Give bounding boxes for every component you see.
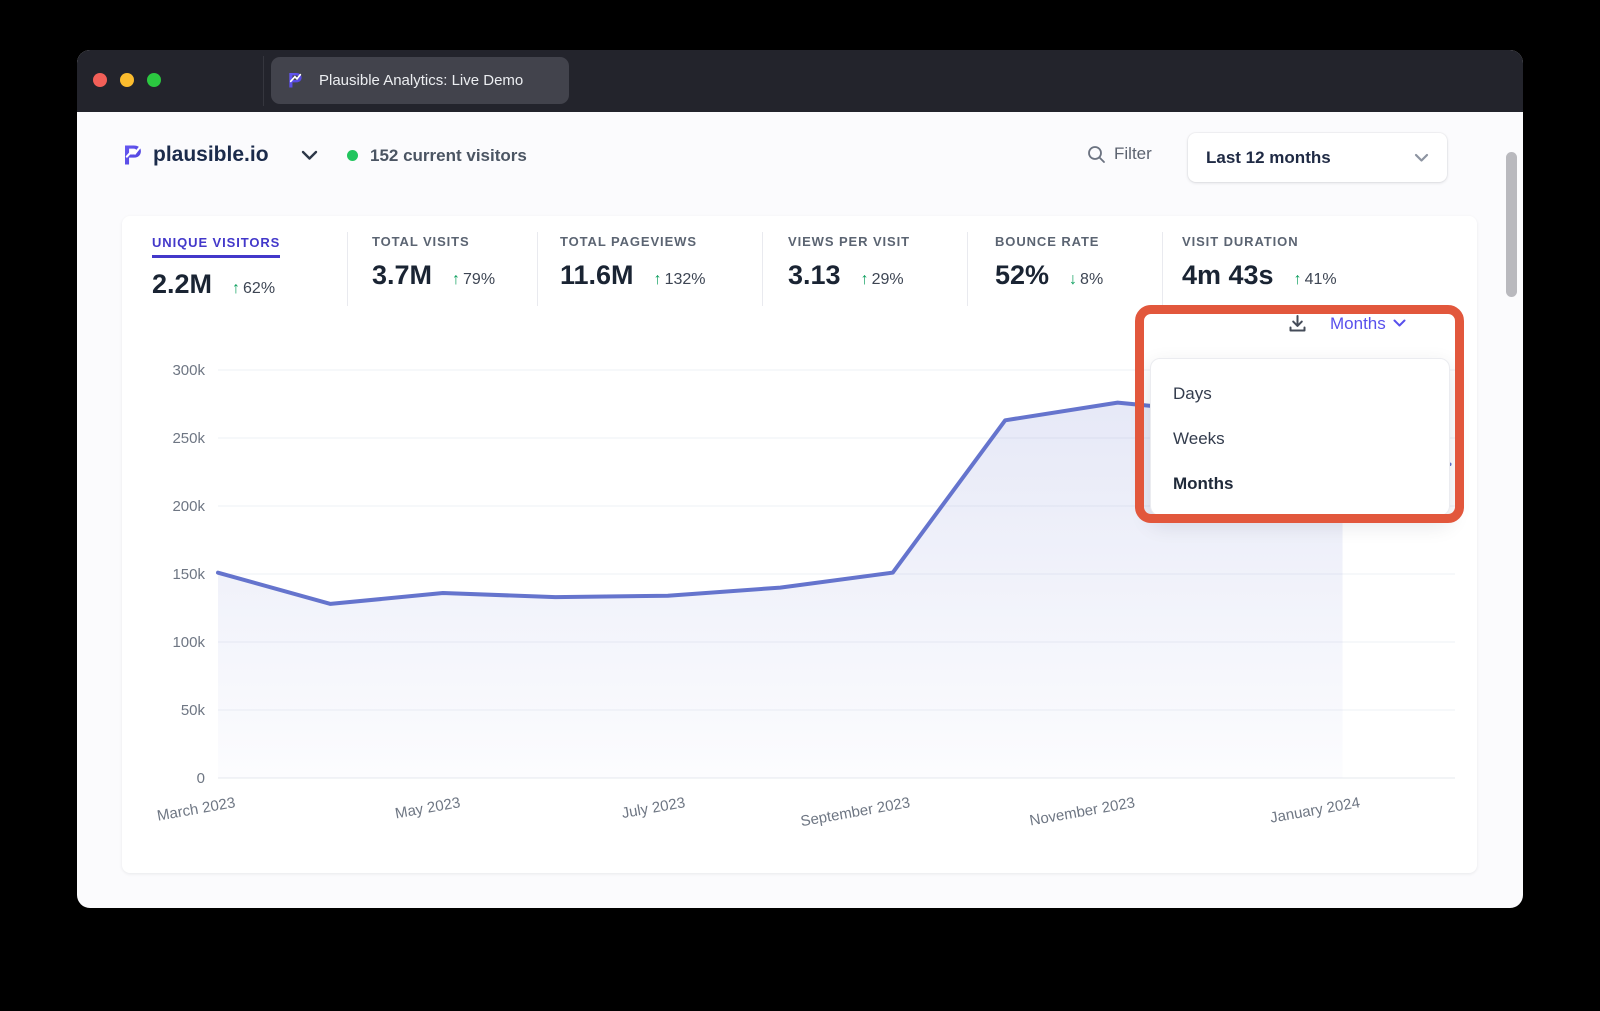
stat-label: VISIT DURATION bbox=[1182, 234, 1337, 249]
stat-divider bbox=[537, 232, 538, 306]
stat-label: VIEWS PER VISIT bbox=[788, 234, 910, 249]
stat-divider bbox=[967, 232, 968, 306]
arrow-up-icon: ↑ bbox=[232, 280, 240, 297]
plausible-logo-icon: P bbox=[122, 142, 148, 169]
stat-divider bbox=[347, 232, 348, 306]
chevron-down-icon bbox=[1393, 319, 1406, 328]
stat-label: UNIQUE VISITORS bbox=[152, 235, 280, 258]
stat-views-per-visit[interactable]: VIEWS PER VISIT 3.13 ↑29% bbox=[788, 234, 910, 291]
live-visitors-dot-icon bbox=[347, 150, 358, 161]
site-name[interactable]: plausible.io bbox=[153, 143, 269, 167]
stat-divider bbox=[1162, 232, 1163, 306]
menu-item-weeks[interactable]: Weeks bbox=[1151, 416, 1449, 461]
svg-text:P: P bbox=[123, 142, 142, 169]
stat-visit-duration[interactable]: VISIT DURATION 4m 43s ↑41% bbox=[1182, 234, 1337, 291]
download-button[interactable] bbox=[1287, 313, 1308, 334]
interval-selector[interactable]: Months bbox=[1330, 314, 1406, 334]
interval-selected-label: Months bbox=[1330, 314, 1386, 334]
stat-change: ↑62% bbox=[232, 280, 275, 298]
date-range-label: Last 12 months bbox=[1206, 148, 1414, 168]
browser-tab[interactable]: P Plausible Analytics: Live Demo bbox=[271, 57, 569, 104]
stat-change: ↑41% bbox=[1294, 271, 1337, 289]
site-switcher-chevron-icon[interactable] bbox=[301, 150, 318, 161]
stat-change: ↑79% bbox=[452, 271, 495, 289]
close-window-button[interactable] bbox=[93, 73, 107, 87]
plausible-favicon-icon: P bbox=[287, 70, 307, 91]
stat-bounce-rate[interactable]: BOUNCE RATE 52% ↓8% bbox=[995, 234, 1103, 291]
menu-item-days[interactable]: Days bbox=[1151, 371, 1449, 416]
stat-change: ↓8% bbox=[1069, 271, 1103, 289]
stat-total-visits[interactable]: TOTAL VISITS 3.7M ↑79% bbox=[372, 234, 495, 291]
stat-label: TOTAL VISITS bbox=[372, 234, 495, 249]
stat-value: 3.7M bbox=[372, 260, 432, 291]
browser-window: P Plausible Analytics: Live Demo P plaus… bbox=[77, 50, 1523, 908]
search-icon bbox=[1087, 145, 1106, 164]
stat-change: ↑29% bbox=[861, 271, 904, 289]
stat-label: TOTAL PAGEVIEWS bbox=[560, 234, 705, 249]
menu-item-months[interactable]: Months bbox=[1151, 461, 1449, 506]
date-range-picker[interactable]: Last 12 months bbox=[1188, 133, 1447, 182]
analytics-card bbox=[122, 216, 1477, 873]
stat-value: 2.2M bbox=[152, 269, 212, 300]
stat-total-pageviews[interactable]: TOTAL PAGEVIEWS 11.6M ↑132% bbox=[560, 234, 705, 291]
stat-value: 11.6M bbox=[560, 260, 634, 291]
arrow-up-icon: ↑ bbox=[1294, 271, 1302, 288]
filter-label: Filter bbox=[1114, 144, 1152, 164]
stat-divider bbox=[762, 232, 763, 306]
stat-label: BOUNCE RATE bbox=[995, 234, 1103, 249]
chart-toolbar: Months bbox=[1287, 313, 1406, 334]
stat-value: 52% bbox=[995, 260, 1049, 291]
tab-title: Plausible Analytics: Live Demo bbox=[319, 72, 523, 89]
interval-dropdown-menu: Days Weeks Months bbox=[1150, 358, 1450, 516]
stat-change: ↑132% bbox=[654, 271, 706, 289]
arrow-down-icon: ↓ bbox=[1069, 271, 1077, 288]
tab-divider bbox=[263, 56, 264, 106]
arrow-up-icon: ↑ bbox=[861, 271, 869, 288]
svg-text:P: P bbox=[288, 70, 302, 91]
minimize-window-button[interactable] bbox=[120, 73, 134, 87]
chevron-down-icon bbox=[1414, 153, 1429, 163]
browser-titlebar: P Plausible Analytics: Live Demo bbox=[77, 50, 1523, 112]
stat-value: 4m 43s bbox=[1182, 260, 1274, 291]
stat-value: 3.13 bbox=[788, 260, 841, 291]
screenshot-stage: P Plausible Analytics: Live Demo P plaus… bbox=[0, 0, 1600, 1011]
scrollbar-thumb[interactable] bbox=[1506, 152, 1517, 297]
arrow-up-icon: ↑ bbox=[452, 271, 460, 288]
current-visitors-link[interactable]: 152 current visitors bbox=[370, 146, 527, 166]
maximize-window-button[interactable] bbox=[147, 73, 161, 87]
arrow-up-icon: ↑ bbox=[654, 271, 662, 288]
filter-button[interactable]: Filter bbox=[1087, 144, 1152, 164]
stat-unique-visitors[interactable]: UNIQUE VISITORS 2.2M ↑62% bbox=[152, 234, 280, 300]
